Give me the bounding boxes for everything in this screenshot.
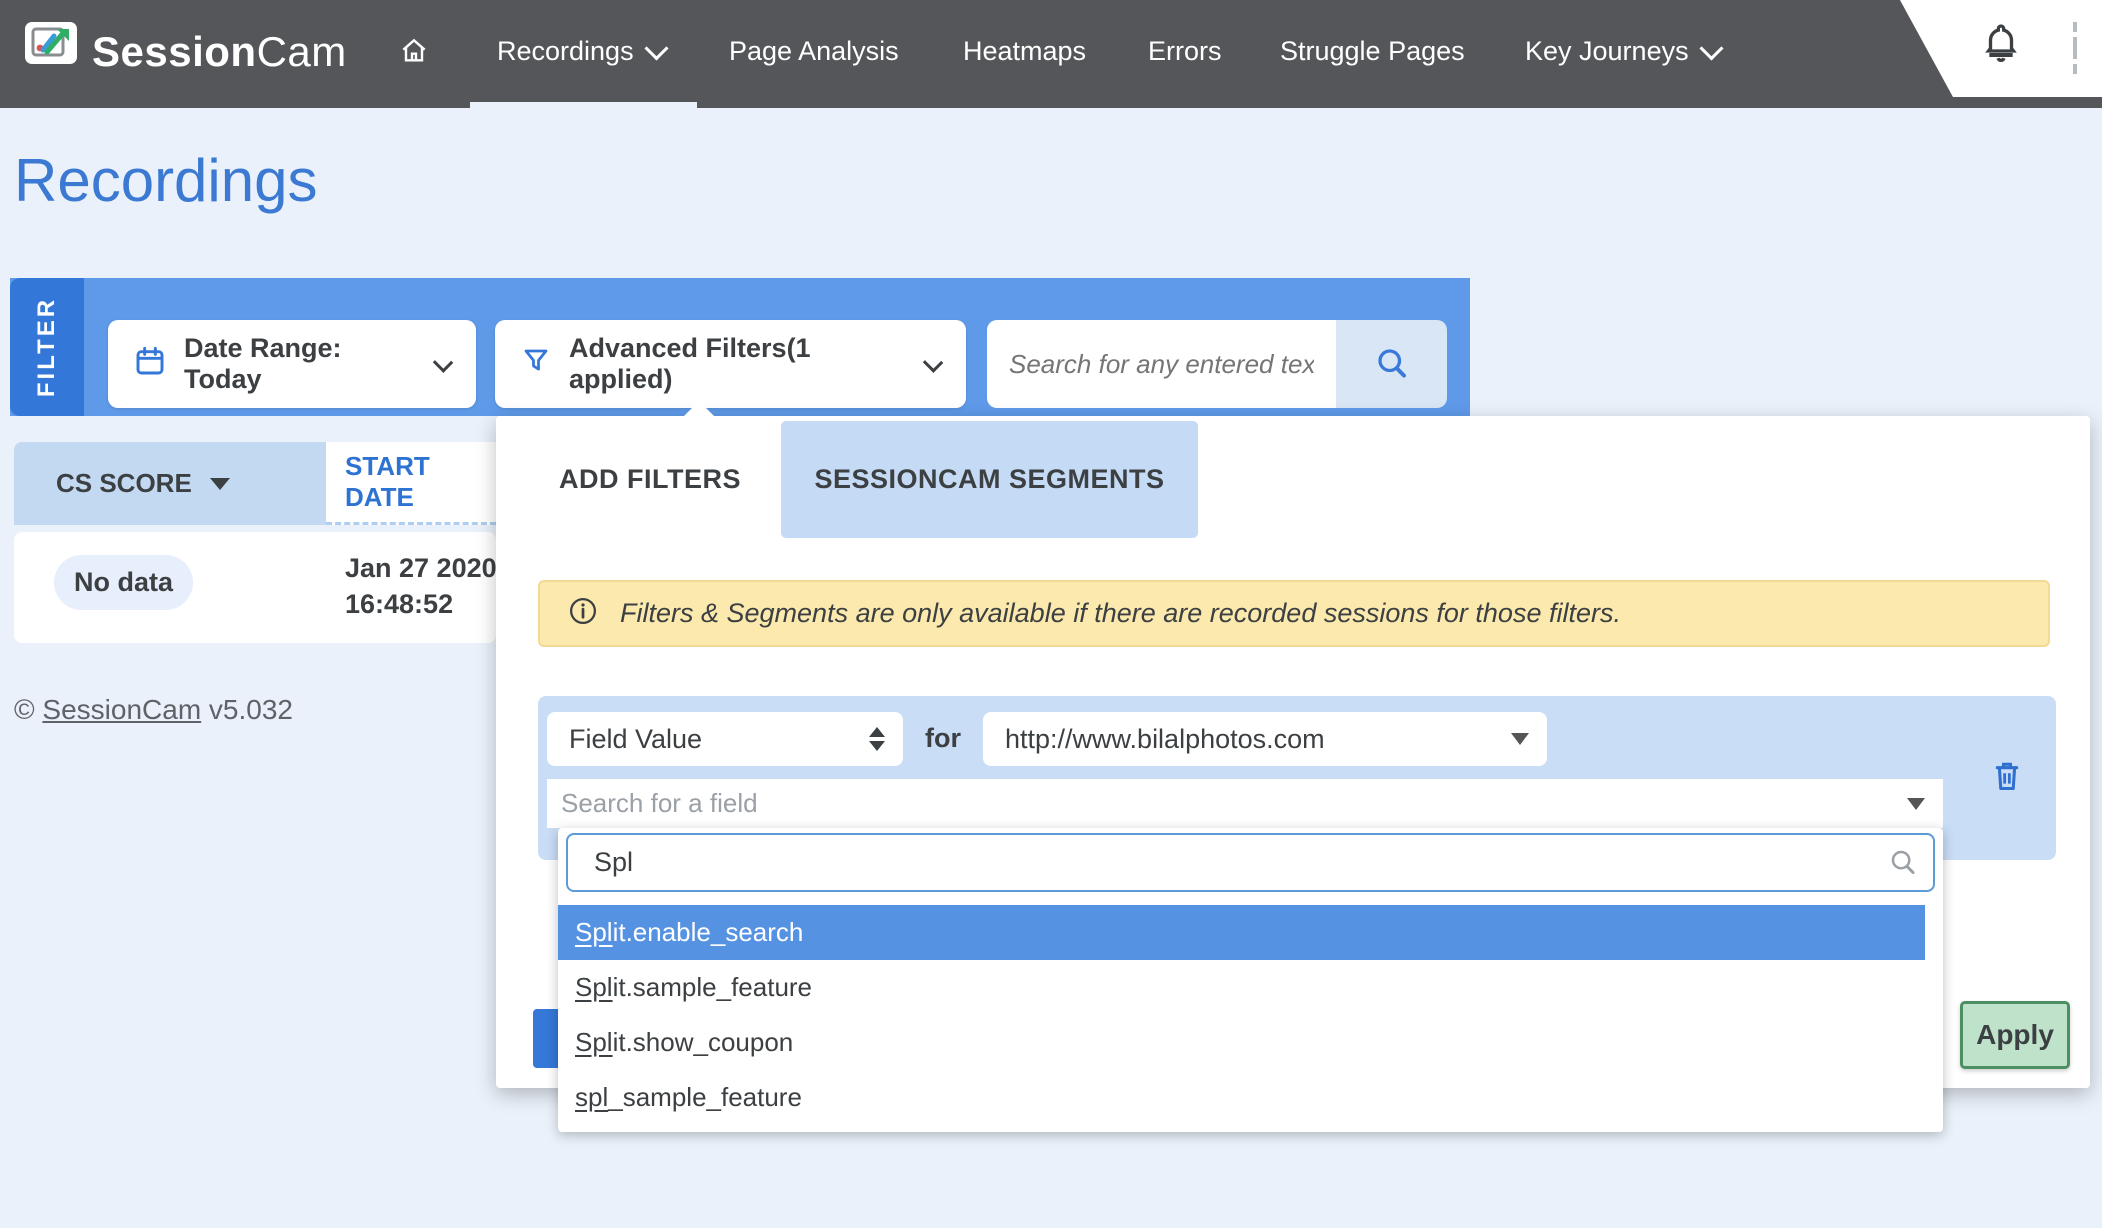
funnel-icon	[521, 345, 551, 384]
text-search-group	[987, 320, 1447, 408]
panel-pointer-notch	[683, 401, 715, 417]
nav-item-key-journeys[interactable]: Key Journeys	[1525, 0, 1720, 102]
active-tab-indicator	[470, 102, 697, 108]
column-header-start-date[interactable]: START DATE	[326, 442, 496, 525]
page-title: Recordings	[14, 146, 318, 215]
cs-score-badge: No data	[54, 555, 193, 610]
notifications-bell-icon[interactable]	[1981, 22, 2021, 71]
logo-arrow-icon	[31, 25, 71, 62]
delete-filter-icon[interactable]	[1990, 758, 2024, 799]
option-split-show-coupon[interactable]: Split.show_coupon	[558, 1015, 1925, 1070]
dropdown-arrow-icon	[1907, 798, 1925, 810]
for-connector-label: for	[925, 723, 961, 754]
more-options-icon[interactable]	[2072, 22, 2078, 74]
field-search-select[interactable]: Search for a field	[547, 779, 1943, 828]
search-icon	[1374, 345, 1410, 384]
field-type-select[interactable]: Field Value	[547, 712, 903, 766]
version-footer: © SessionCam v5.032	[14, 694, 293, 726]
option-split-sample-feature[interactable]: Split.sample_feature	[558, 960, 1925, 1015]
chevron-down-icon	[644, 36, 668, 60]
nav-item-heatmaps[interactable]: Heatmaps	[963, 0, 1086, 102]
nav-item-errors[interactable]: Errors	[1148, 0, 1222, 102]
nav-item-page-analysis[interactable]: Page Analysis	[729, 0, 899, 102]
info-banner: Filters & Segments are only available if…	[538, 580, 2050, 647]
chevron-down-icon	[433, 352, 454, 373]
filter-tab-handle[interactable]: FILTER	[10, 278, 84, 416]
tab-sessioncam-segments[interactable]: SESSIONCAM SEGMENTS	[781, 421, 1198, 538]
info-icon	[568, 596, 598, 631]
column-header-cs-score[interactable]: CS SCORE	[14, 442, 326, 525]
start-date-value: Jan 27 2020, 16:48:52	[345, 550, 504, 622]
chevron-down-icon	[1699, 36, 1723, 60]
tab-add-filters[interactable]: ADD FILTERS	[540, 421, 760, 538]
site-select[interactable]: http://www.bilalphotos.com	[983, 712, 1547, 766]
text-search-input[interactable]	[987, 320, 1336, 408]
advanced-filters-button[interactable]: Advanced Filters(1 applied)	[495, 320, 966, 408]
dropdown-arrow-icon	[1511, 733, 1529, 745]
option-split-enable-search[interactable]: Split.enable_search	[558, 905, 1925, 960]
calendar-icon	[134, 344, 166, 385]
search-icon	[1888, 847, 1918, 882]
nav-item-recordings[interactable]: Recordings	[497, 0, 665, 102]
chevron-down-icon	[922, 352, 943, 373]
apply-button[interactable]: Apply	[1960, 1001, 2070, 1069]
home-icon[interactable]	[398, 0, 430, 102]
sort-desc-icon	[210, 478, 230, 490]
date-range-button[interactable]: Date Range: Today	[108, 320, 476, 408]
search-button[interactable]	[1336, 320, 1447, 408]
select-updown-icon	[869, 727, 885, 751]
brand-name[interactable]: SessionCam	[92, 28, 347, 76]
option-split-sample-feature-underscore[interactable]: spl_sample_feature	[558, 1070, 1925, 1125]
sessioncam-logo[interactable]	[25, 22, 77, 64]
field-filter-input[interactable]	[566, 833, 1935, 892]
recordings-page: SessionCam Recordings Page Analysis Heat…	[0, 0, 2102, 1228]
info-banner-text: Filters & Segments are only available if…	[620, 598, 1621, 629]
sessioncam-link[interactable]: SessionCam	[42, 694, 201, 725]
nav-item-struggle-pages[interactable]: Struggle Pages	[1280, 0, 1465, 102]
